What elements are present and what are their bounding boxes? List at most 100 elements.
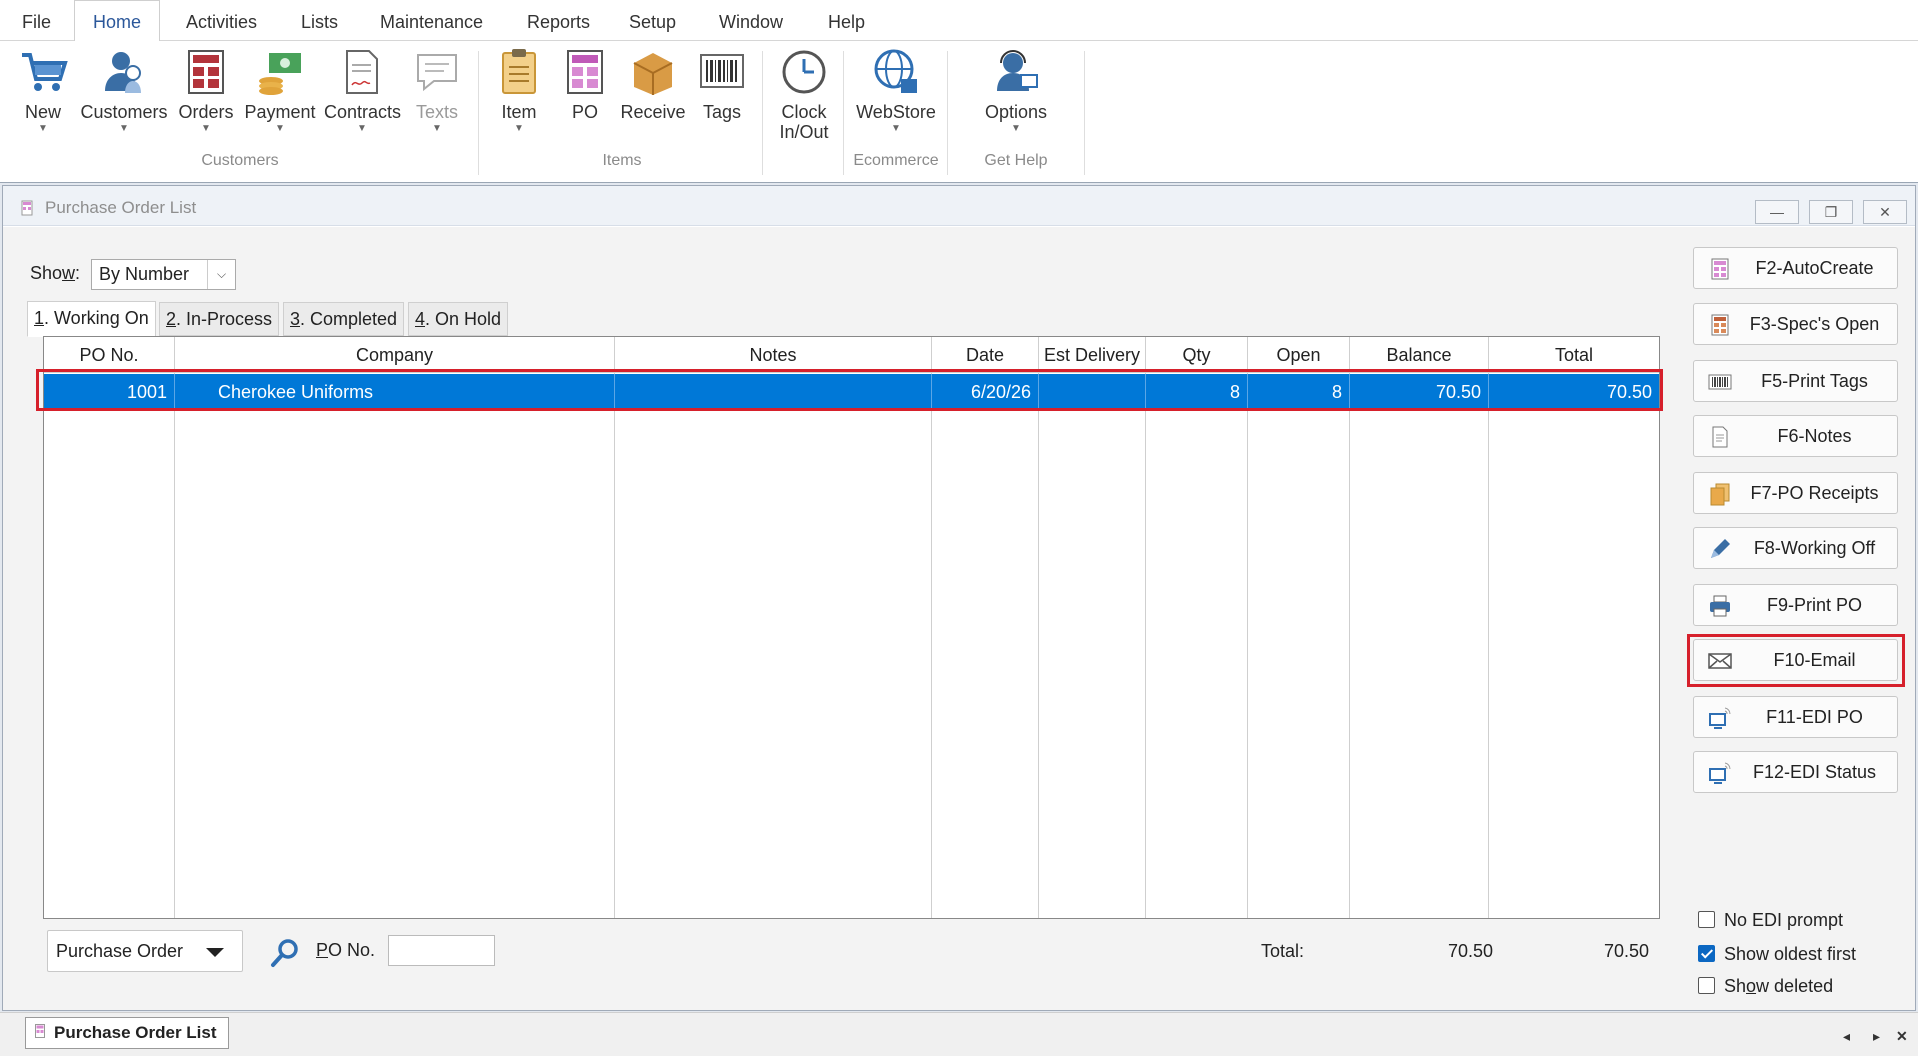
- tab-label: . Completed: [300, 309, 398, 329]
- print-tags-label: F5-Print Tags: [1761, 371, 1868, 391]
- contracts-label: Contracts: [324, 102, 402, 122]
- menu-bar: File Home Activities Lists Maintenance R…: [0, 0, 1918, 42]
- menu-setup[interactable]: Setup: [629, 0, 676, 41]
- orders-button[interactable]: Orders ▼: [178, 47, 234, 135]
- tags-button[interactable]: Tags: [697, 47, 747, 123]
- table-row[interactable]: 1001 Cherokee Uniforms 6/20/26 8 8 70.50…: [44, 374, 1659, 410]
- menu-help[interactable]: Help: [828, 0, 865, 41]
- col-header-balance[interactable]: Balance: [1350, 337, 1489, 373]
- scroll-left-icon[interactable]: ◂: [1843, 1028, 1850, 1045]
- barcode-icon: [1708, 374, 1732, 390]
- box-icon: [633, 53, 673, 95]
- col-header-open[interactable]: Open: [1248, 337, 1350, 373]
- minimize-button[interactable]: ―: [1755, 200, 1799, 224]
- print-po-button[interactable]: F9-Print PO: [1693, 584, 1898, 626]
- working-off-button[interactable]: F8-Working Off: [1693, 527, 1898, 569]
- restore-button[interactable]: ❐: [1809, 200, 1853, 224]
- checkbox-box[interactable]: [1698, 977, 1715, 994]
- tab-in-process[interactable]: 2. In-Process: [159, 302, 280, 336]
- po-grid[interactable]: PO No. Company Notes Date Est Delivery Q…: [43, 336, 1660, 919]
- column-divider: [1145, 373, 1146, 918]
- group-get-help: Get Help: [984, 152, 1048, 169]
- po-receipts-button[interactable]: F7-PO Receipts: [1693, 472, 1898, 514]
- ribbon-separator: [843, 51, 844, 175]
- menu-home[interactable]: Home: [74, 0, 161, 42]
- menu-window[interactable]: Window: [719, 0, 783, 41]
- caret-down-icon: [206, 948, 224, 957]
- show-label-accel: w: [62, 263, 76, 283]
- chevron-down-icon: ▼: [275, 123, 285, 134]
- scroll-right-icon[interactable]: ▸: [1873, 1028, 1880, 1045]
- show-deleted-text-1: Sh: [1724, 976, 1747, 996]
- menu-file[interactable]: File: [22, 0, 51, 41]
- cell-est-delivery: [1039, 374, 1146, 410]
- col-header-qty[interactable]: Qty: [1146, 337, 1248, 373]
- envelope-icon: [1708, 653, 1732, 669]
- edi-po-button[interactable]: F11-EDI PO: [1693, 696, 1898, 738]
- show-label: Show:: [30, 263, 80, 284]
- menu-lists[interactable]: Lists: [301, 0, 338, 41]
- clock-label-1: Clock: [781, 102, 827, 122]
- contracts-button[interactable]: Contracts ▼: [324, 47, 402, 135]
- col-header-total[interactable]: Total: [1489, 337, 1659, 373]
- email-button[interactable]: F10-Email: [1693, 639, 1898, 681]
- close-tab-icon[interactable]: ✕: [1896, 1028, 1908, 1045]
- cell-company: Cherokee Uniforms: [175, 374, 615, 410]
- menu-activities[interactable]: Activities: [186, 0, 257, 41]
- autocreate-button[interactable]: F2-AutoCreate: [1693, 247, 1898, 289]
- item-button[interactable]: Item ▼: [494, 47, 544, 135]
- print-tags-button[interactable]: F5-Print Tags: [1693, 360, 1898, 402]
- taskbar-window-tab[interactable]: Purchase Order List: [25, 1017, 229, 1049]
- window-titlebar[interactable]: Purchase Order List ― ❐ ✕: [3, 186, 1915, 226]
- chevron-down-icon: ▼: [38, 123, 48, 134]
- ribbon-separator: [947, 51, 948, 175]
- new-button[interactable]: New ▼: [18, 47, 68, 135]
- clock-in-out-button[interactable]: Clock In/Out: [776, 47, 832, 141]
- customer-icon: [105, 52, 141, 93]
- tags-label: Tags: [702, 102, 742, 122]
- col-header-notes[interactable]: Notes: [615, 337, 932, 373]
- options-button[interactable]: Options ▼: [976, 47, 1056, 135]
- customers-button[interactable]: Customers ▼: [78, 47, 170, 135]
- pencil-icon: [1711, 539, 1730, 558]
- col-header-date[interactable]: Date: [932, 337, 1039, 373]
- specs-icon: [1711, 314, 1729, 336]
- autocreate-icon: [1711, 258, 1729, 280]
- show-oldest-first-label: Show oldest first: [1724, 944, 1857, 964]
- document-type-select[interactable]: Purchase Order: [47, 930, 243, 972]
- group-ecommerce: Ecommerce: [853, 152, 939, 169]
- receive-button[interactable]: Receive: [618, 47, 688, 123]
- show-deleted-label: Show deleted: [1724, 975, 1833, 997]
- group-items: Items: [602, 152, 642, 169]
- orders-label: Orders: [178, 102, 234, 122]
- texts-button[interactable]: Texts ▼: [412, 47, 462, 135]
- column-divider: [931, 373, 932, 918]
- notes-button[interactable]: F6-Notes: [1693, 415, 1898, 457]
- group-customers: Customers: [201, 152, 279, 169]
- window-taskbar: Purchase Order List ◂ ▸ ✕: [0, 1012, 1918, 1056]
- col-header-po-no[interactable]: PO No.: [44, 337, 175, 373]
- tab-on-hold[interactable]: 4. On Hold: [408, 302, 509, 336]
- search-icon[interactable]: [269, 937, 301, 969]
- checkbox-box-checked[interactable]: [1698, 945, 1715, 962]
- po-no-input[interactable]: [388, 935, 495, 966]
- tab-working-on[interactable]: 1. Working On: [27, 301, 156, 337]
- close-button[interactable]: ✕: [1863, 200, 1907, 224]
- tab-completed[interactable]: 3. Completed: [283, 302, 405, 336]
- checkbox-box[interactable]: [1698, 911, 1715, 928]
- specs-open-button[interactable]: F3-Spec's Open: [1693, 303, 1898, 345]
- edi-status-button[interactable]: F12-EDI Status: [1693, 751, 1898, 793]
- po-button[interactable]: PO: [560, 47, 610, 123]
- globe-icon: [874, 49, 917, 93]
- menu-reports[interactable]: Reports: [527, 0, 590, 41]
- webstore-button[interactable]: WebStore ▼: [852, 47, 940, 135]
- show-select[interactable]: By Number ⌵: [91, 259, 236, 290]
- window-content: Show: By Number ⌵ 1. Working On 2. In-Pr…: [3, 227, 1915, 1010]
- col-header-est-delivery[interactable]: Est Delivery: [1039, 337, 1146, 373]
- col-header-company[interactable]: Company: [175, 337, 615, 373]
- payment-button[interactable]: Payment ▼: [242, 47, 318, 135]
- clock-label-2: In/Out: [779, 122, 829, 142]
- cell-po-no: 1001: [44, 374, 175, 410]
- window-title: Purchase Order List: [45, 198, 197, 217]
- menu-maintenance[interactable]: Maintenance: [380, 0, 483, 41]
